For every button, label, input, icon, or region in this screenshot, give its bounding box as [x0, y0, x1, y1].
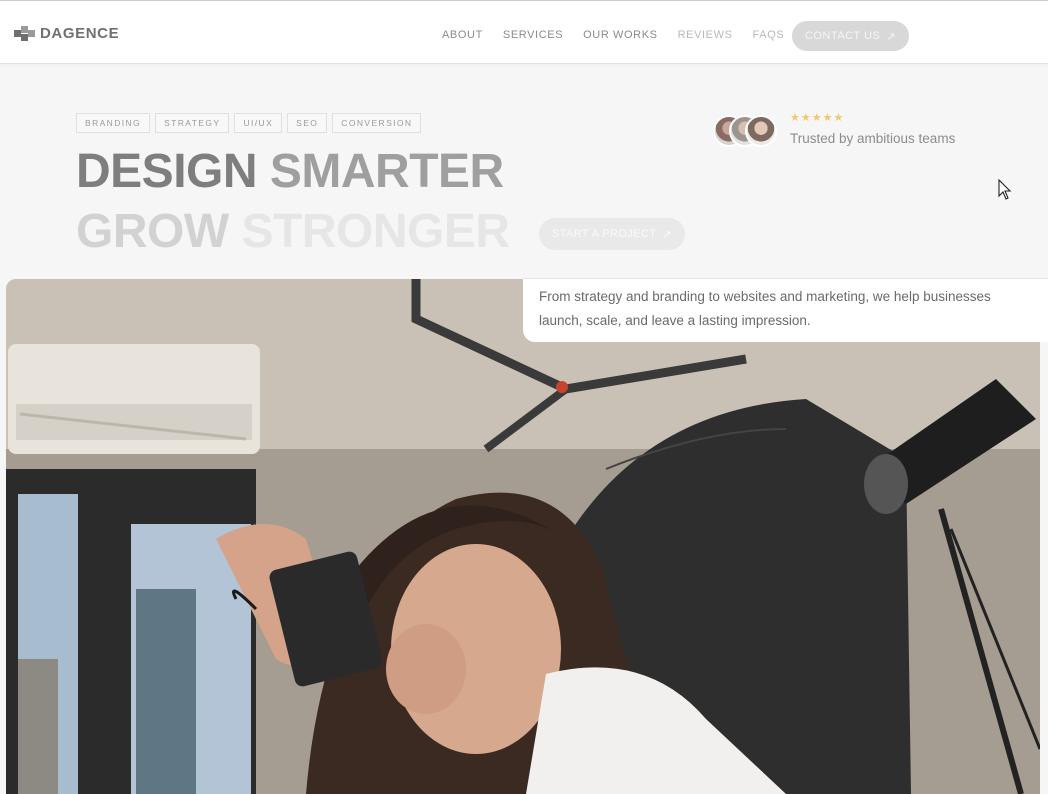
nav-our-works[interactable]: OUR WORKS	[583, 29, 657, 41]
tag-strategy: STRATEGY	[155, 113, 230, 133]
arrow-up-right-icon: ↗	[662, 228, 673, 241]
contact-us-button[interactable]: CONTACT US ↗	[792, 21, 909, 51]
tag-ui-ux: UI/UX	[234, 113, 283, 133]
rating-stars: ★★★★★	[790, 112, 845, 124]
headline-grow: GROW	[76, 205, 229, 258]
contact-us-label: CONTACT US	[804, 30, 881, 42]
brand-name: DAGENCE	[40, 25, 120, 42]
logo-mark-icon	[14, 25, 36, 42]
arrow-up-right-icon: ↗	[886, 30, 897, 43]
tag-seo: SEO	[287, 113, 328, 133]
nav-faqs[interactable]: FAQS	[753, 29, 785, 41]
logo[interactable]: DAGENCE	[14, 25, 119, 42]
nav-reviews[interactable]: REVIEWS	[678, 29, 733, 41]
nav-about[interactable]: ABOUT	[442, 29, 483, 41]
headline-line-2: GROW STRONGER	[76, 208, 510, 256]
service-tags: BRANDING STRATEGY UI/UX SEO CONVERSION	[76, 113, 426, 133]
headline-stronger: STRONGER	[241, 205, 510, 258]
hero-photo	[6, 279, 1040, 794]
client-avatars	[713, 115, 779, 149]
avatar	[745, 115, 777, 147]
trust-text: Trusted by ambitious teams	[790, 131, 956, 146]
intro-card: From strategy and branding to websites a…	[523, 278, 1048, 342]
start-project-label: START A PROJECT	[551, 228, 657, 240]
intro-text-line-2: launch, scale, and leave a lasting impre…	[539, 313, 811, 328]
site-header: DAGENCE ABOUT SERVICES OUR WORKS REVIEWS…	[0, 0, 1048, 64]
intro-text-line-1: From strategy and branding to websites a…	[539, 289, 991, 304]
photographer-image	[6, 279, 1040, 794]
headline-design: DESIGN	[76, 145, 258, 198]
tag-conversion: CONVERSION	[332, 113, 422, 133]
start-project-button[interactable]: START A PROJECT ↗	[539, 218, 685, 250]
headline-line-1: DESIGN SMARTER	[76, 148, 504, 196]
main-nav: ABOUT SERVICES OUR WORKS REVIEWS FAQS	[442, 29, 804, 41]
nav-services[interactable]: SERVICES	[503, 29, 563, 41]
tag-branding: BRANDING	[76, 113, 151, 133]
mouse-cursor-icon	[998, 179, 1012, 200]
headline-smarter: SMARTER	[269, 145, 504, 198]
